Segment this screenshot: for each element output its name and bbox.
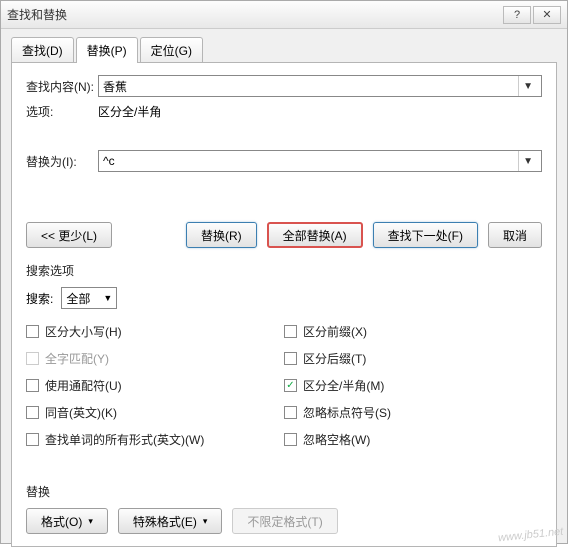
titlebar: 查找和替换 ? ✕ <box>1 1 567 29</box>
tab-replace[interactable]: 替换(P) <box>76 37 138 63</box>
search-options-title: 搜索选项 <box>26 262 542 279</box>
search-direction-value: 全部 <box>66 290 90 307</box>
chk-full-half[interactable]: ✓区分全/半角(M) <box>284 377 542 394</box>
find-next-button[interactable]: 查找下一处(F) <box>373 222 478 248</box>
chevron-down-icon[interactable]: ▼ <box>518 76 537 96</box>
chk-punct[interactable]: 忽略标点符号(S) <box>284 404 542 421</box>
replace-input[interactable]: ^c ▼ <box>98 150 542 172</box>
tab-strip: 查找(D) 替换(P) 定位(G) <box>1 29 567 63</box>
tab-find[interactable]: 查找(D) <box>11 37 74 63</box>
replace-section-title: 替换 <box>26 483 542 500</box>
replace-all-button[interactable]: 全部替换(A) <box>267 222 363 248</box>
find-label: 查找内容(N): <box>26 78 98 95</box>
search-direction-select[interactable]: 全部 ▼ <box>61 287 117 309</box>
chk-whole-word: 全字匹配(Y) <box>26 350 284 367</box>
search-direction-row: 搜索: 全部 ▼ <box>26 287 542 309</box>
tab-goto[interactable]: 定位(G) <box>140 37 203 63</box>
chk-sounds-like[interactable]: 同音(英文)(K) <box>26 404 284 421</box>
tab-panel: 查找内容(N): 香蕉 ▼ 选项: 区分全/半角 替换为(I): ^c ▼ <<… <box>11 62 557 547</box>
chk-suffix[interactable]: 区分后缀(T) <box>284 350 542 367</box>
chk-all-forms[interactable]: 查找单词的所有形式(英文)(W) <box>26 431 284 448</box>
checkbox-col-left: 区分大小写(H) 全字匹配(Y) 使用通配符(U) 同音(英文)(K) 查找单词… <box>26 323 284 448</box>
replace-label: 替换为(I): <box>26 153 98 170</box>
chevron-down-icon[interactable]: ▼ <box>518 151 537 171</box>
options-label: 选项: <box>26 103 98 120</box>
checkbox-grid: 区分大小写(H) 全字匹配(Y) 使用通配符(U) 同音(英文)(K) 查找单词… <box>26 323 542 448</box>
cancel-button[interactable]: 取消 <box>488 222 542 248</box>
options-row: 选项: 区分全/半角 <box>26 103 542 120</box>
replace-row: 替换为(I): ^c ▼ <box>26 150 542 172</box>
close-button[interactable]: ✕ <box>533 6 561 24</box>
format-button[interactable]: 格式(O) <box>26 508 108 534</box>
chk-space[interactable]: 忽略空格(W) <box>284 431 542 448</box>
find-row: 查找内容(N): 香蕉 ▼ <box>26 75 542 97</box>
replace-button[interactable]: 替换(R) <box>186 222 257 248</box>
less-button[interactable]: << 更少(L) <box>26 222 112 248</box>
chk-match-case[interactable]: 区分大小写(H) <box>26 323 284 340</box>
search-direction-label: 搜索: <box>26 290 53 307</box>
checkbox-col-right: 区分前缀(X) 区分后缀(T) ✓区分全/半角(M) 忽略标点符号(S) 忽略空… <box>284 323 542 448</box>
no-format-button: 不限定格式(T) <box>232 508 337 534</box>
help-button[interactable]: ? <box>503 6 531 24</box>
chk-wildcards[interactable]: 使用通配符(U) <box>26 377 284 394</box>
replace-value: ^c <box>103 154 115 168</box>
action-buttons: << 更少(L) 替换(R) 全部替换(A) 查找下一处(F) 取消 <box>26 222 542 248</box>
dialog-window: 查找和替换 ? ✕ 查找(D) 替换(P) 定位(G) 查找内容(N): 香蕉 … <box>0 0 568 544</box>
chevron-down-icon: ▼ <box>103 293 112 303</box>
replace-format-section: 替换 格式(O) 特殊格式(E) 不限定格式(T) <box>26 469 542 534</box>
options-value: 区分全/半角 <box>98 103 161 120</box>
find-value: 香蕉 <box>103 78 127 95</box>
special-format-button[interactable]: 特殊格式(E) <box>118 508 223 534</box>
find-input[interactable]: 香蕉 ▼ <box>98 75 542 97</box>
chk-prefix[interactable]: 区分前缀(X) <box>284 323 542 340</box>
window-title: 查找和替换 <box>7 6 501 23</box>
